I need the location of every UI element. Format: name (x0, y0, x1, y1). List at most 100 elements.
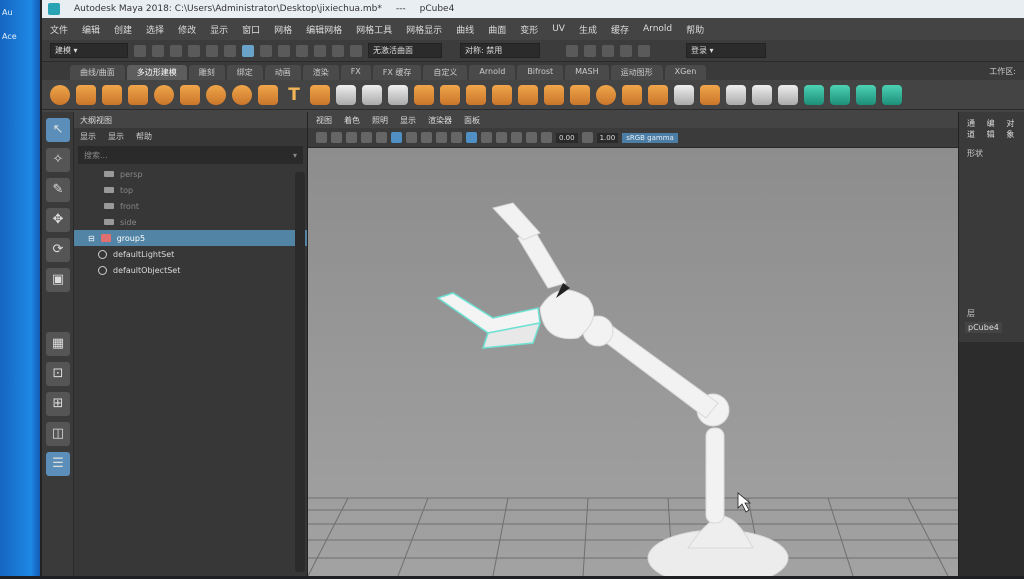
menu-item[interactable]: 变形 (520, 23, 538, 36)
shelf-tab[interactable]: XGen (664, 65, 707, 80)
layout-grid-icon[interactable]: ▦ (46, 332, 70, 356)
menu-item[interactable]: 缓存 (611, 23, 629, 36)
lights-icon[interactable] (436, 132, 447, 143)
shelf-tab[interactable]: 绑定 (226, 65, 263, 80)
outliner-item-group5[interactable]: ⊟ group5 (74, 230, 307, 246)
new-scene-icon[interactable] (134, 44, 146, 57)
outliner-item-set[interactable]: defaultLightSet (74, 246, 307, 262)
outliner-item-set[interactable]: defaultObjectSet (74, 262, 307, 278)
shelf-tab[interactable]: FX 缓存 (372, 65, 422, 80)
viewport-menu-item[interactable]: 面板 (464, 115, 480, 125)
snap-point-icon[interactable] (314, 44, 326, 57)
type-text-icon[interactable]: T (284, 85, 304, 105)
single-pane-icon[interactable]: ⊡ (46, 362, 70, 386)
outliner-item-camera[interactable]: side (74, 214, 307, 230)
insert-edge-icon[interactable] (544, 84, 564, 105)
render-frame-icon[interactable] (566, 44, 578, 57)
uv-unfold-icon[interactable] (804, 84, 824, 105)
menu-item[interactable]: 编辑 (82, 23, 100, 36)
scale-tool-icon[interactable]: ▣ (46, 268, 70, 292)
menu-item[interactable]: 曲线 (456, 23, 474, 36)
auto-map-icon[interactable] (700, 84, 720, 105)
camera-icon[interactable] (316, 132, 327, 143)
channel-box-tab[interactable]: 编辑 (987, 118, 999, 140)
shelf-tab[interactable]: MASH (565, 65, 609, 80)
viewport-menu-item[interactable]: 渲染器 (428, 115, 452, 125)
uv-editor-icon[interactable] (648, 84, 668, 105)
outliner-menu-item[interactable]: 显示 (108, 131, 124, 141)
menu-item[interactable]: 网格工具 (356, 23, 392, 36)
shelf-tab[interactable]: 曲线/曲面 (70, 65, 125, 80)
uv-cut-icon[interactable] (856, 84, 876, 105)
smooth-icon[interactable] (388, 84, 408, 105)
sculpt-brush-icon[interactable] (726, 84, 746, 105)
poly-torus-icon[interactable] (154, 84, 174, 105)
poly-cylinder-icon[interactable] (102, 84, 122, 105)
mirror-icon[interactable] (596, 84, 616, 105)
append-poly-icon[interactable] (622, 84, 642, 105)
four-pane-icon[interactable]: ⊞ (46, 392, 70, 416)
outliner-item-camera[interactable]: top (74, 182, 307, 198)
chevron-down-icon[interactable]: ▾ (293, 151, 297, 160)
poly-plane-icon[interactable] (180, 84, 200, 105)
select-hierarchy-icon[interactable] (224, 44, 236, 57)
3d-viewport[interactable] (307, 148, 958, 579)
poly-sphere-icon[interactable] (50, 84, 70, 105)
ao-icon[interactable] (496, 132, 507, 143)
channel-box-tab[interactable]: 对象 (1006, 118, 1018, 140)
move-tool-icon[interactable]: ✥ (46, 208, 70, 232)
outliner-item-camera[interactable]: persp (74, 166, 307, 182)
textured-icon[interactable] (421, 132, 432, 143)
outliner-scrollbar[interactable] (295, 172, 305, 572)
snap-view-icon[interactable] (332, 44, 344, 57)
menu-item[interactable]: 创建 (114, 23, 132, 36)
shelf-tab[interactable]: Arnold (469, 65, 516, 80)
menu-item[interactable]: 编辑网格 (306, 23, 342, 36)
outliner-item-camera[interactable]: front (74, 198, 307, 214)
snap-curve-icon[interactable] (296, 44, 308, 57)
lasso-tool-icon[interactable]: ✧ (46, 148, 70, 172)
live-surface-field[interactable]: 无激活曲面 (368, 43, 442, 58)
bevel-icon[interactable] (466, 84, 486, 105)
two-pane-icon[interactable]: ◫ (46, 422, 70, 446)
menu-item[interactable]: 生成 (579, 23, 597, 36)
menu-item[interactable]: 显示 (210, 23, 228, 36)
gamma-value[interactable]: 1.00 (596, 132, 619, 143)
extrude-icon[interactable] (414, 84, 434, 105)
shelf-tab[interactable]: 雕刻 (188, 65, 225, 80)
planar-map-icon[interactable] (674, 84, 694, 105)
super-shape-icon[interactable] (258, 84, 278, 105)
rotate-tool-icon[interactable]: ⟳ (46, 238, 70, 262)
login-button[interactable]: 登录 ▾ (686, 43, 766, 58)
symmetry-dropdown[interactable]: 对称: 禁用 (460, 43, 540, 58)
image-plane-icon[interactable] (361, 132, 372, 143)
select-component-icon[interactable] (260, 44, 272, 57)
grab-brush-icon[interactable] (778, 84, 798, 105)
undo-icon[interactable] (188, 44, 200, 57)
hypershade-icon[interactable] (620, 44, 632, 57)
paint-select-icon[interactable]: ✎ (46, 178, 70, 202)
open-scene-icon[interactable] (152, 44, 164, 57)
expand-icon[interactable]: ⊟ (88, 234, 95, 243)
combine-icon[interactable] (336, 84, 356, 105)
make-live-icon[interactable] (350, 44, 362, 57)
menu-item[interactable]: 窗口 (242, 23, 260, 36)
menu-item[interactable]: 选择 (146, 23, 164, 36)
layers-value[interactable]: pCube4 (965, 322, 1002, 333)
menu-item[interactable]: 曲面 (488, 23, 506, 36)
viewport-menu-item[interactable]: 显示 (400, 115, 416, 125)
menu-item[interactable]: 修改 (178, 23, 196, 36)
menu-item[interactable]: Arnold (643, 24, 672, 34)
grid-toggle-icon[interactable] (376, 132, 387, 143)
menu-set-dropdown[interactable]: 建模 ▾ (50, 43, 128, 58)
shelf-tab[interactable]: 自定义 (423, 65, 468, 80)
shelf-tab[interactable]: 运动图形 (610, 65, 663, 80)
poly-cone-icon[interactable] (128, 84, 148, 105)
poly-cube-icon[interactable] (76, 84, 96, 105)
svg-icon[interactable] (310, 84, 330, 105)
viewport-menu-item[interactable]: 视图 (316, 115, 332, 125)
menu-item[interactable]: 网格 (274, 23, 292, 36)
exposure-icon[interactable] (541, 132, 552, 143)
outliner-menu-item[interactable]: 显示 (80, 131, 96, 141)
bookmark-icon[interactable] (346, 132, 357, 143)
